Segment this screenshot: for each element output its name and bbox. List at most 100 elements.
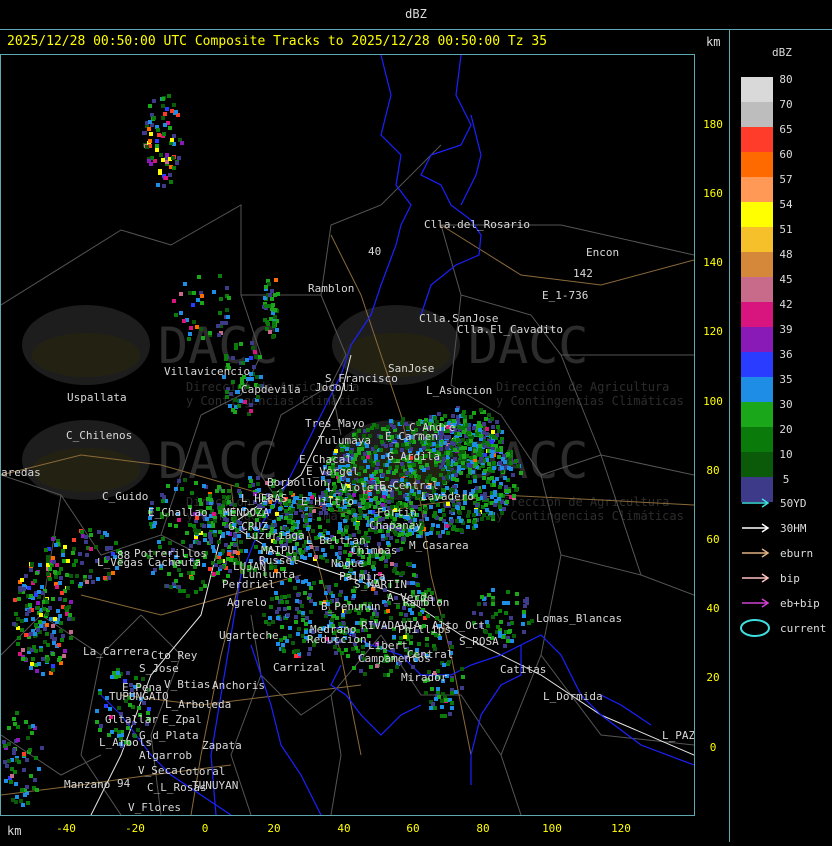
radar-echo-cell [44,548,48,552]
place-label: V_Btias [164,678,210,691]
radar-echo-cell [222,522,226,526]
radar-echo-cell [502,507,506,511]
radar-echo-cell [452,442,456,446]
radar-echo-cell [482,513,486,517]
radar-echo-cell [404,613,408,617]
radar-echo-cell [177,479,181,483]
radar-echo-cell [523,599,527,603]
radar-echo-cell [161,97,165,101]
place-label: Clla.El_Cavadito [457,323,563,336]
legend-value: 10 [779,448,792,461]
radar-echo-cell [482,485,486,489]
place-label: Mirador [401,671,448,684]
y-tick-label: 0 [710,741,717,754]
radar-echo-cell [323,553,327,557]
radar-echo-cell [380,440,384,444]
radar-echo-cell [200,294,204,298]
radar-echo-cell [203,533,207,537]
radar-echo-cell [275,610,279,614]
radar-echo-cell [519,471,523,475]
radar-echo-cell [456,438,460,442]
legend-value: 65 [779,123,792,136]
radar-echo-cell [202,563,206,567]
radar-echo-cell [457,432,461,436]
radar-echo-cell [359,669,363,673]
radar-echo-cell [51,597,55,601]
radar-echo-cell [363,452,367,456]
radar-echo-cell [180,141,184,145]
radar-echo-cell [474,509,478,513]
radar-echo-cell [96,577,100,581]
radar-echo-cell [483,602,487,606]
radar-echo-cell [13,598,17,602]
radar-echo-cell [304,622,308,626]
radar-echo-cell [270,505,274,509]
radar-echo-cell [509,616,513,620]
radar-map-panel[interactable]: DACC Dirección de Agricultura y Contingenc… [0,54,695,816]
radar-echo-cell [137,706,141,710]
place-label: Nogue [331,557,364,570]
place-label: SanJose [388,362,434,375]
radar-echo-cell [340,448,344,452]
radar-echo-cell [334,583,338,587]
radar-echo-cell [32,645,36,649]
legend-title: dBZ [772,46,792,59]
radar-echo-cell [507,466,511,470]
river-line [460,114,482,206]
place-label: V_Flores [128,801,181,814]
radar-echo-cell [477,602,481,606]
radar-echo-cell [161,158,165,162]
radar-echo-cell [455,519,459,523]
radar-echo-cell [98,691,102,695]
radar-echo-cell [369,665,373,669]
radar-echo-cell [194,590,198,594]
radar-echo-cell [460,529,464,533]
place-label: Central [407,648,453,661]
radar-echo-cell [367,561,371,565]
radar-echo-cell [21,648,25,652]
radar-echo-cell [483,469,487,473]
radar-echo-cell [37,767,41,771]
place-label: Chimbas [351,544,397,557]
legend-swatch [741,352,773,377]
radar-echo-cell [441,530,445,534]
radar-echo-cell [72,563,76,567]
radar-echo-cell [192,524,196,528]
radar-map[interactable]: DACCDirección de Agriculturay Contingenc… [0,54,695,816]
radar-echo-cell [490,454,494,458]
boundary-line [540,554,695,746]
radar-echo-cell [59,576,63,580]
radar-echo-cell [429,531,433,535]
radar-echo-cell [165,153,169,157]
radar-echo-cell [354,453,358,457]
radar-echo-cell [284,516,288,520]
radar-echo-cell [228,404,232,408]
place-label: Encon [586,246,619,259]
legend-value: 5 [783,473,790,486]
radar-echo-cell [491,515,495,519]
place-label: E_1-736 [542,289,588,302]
radar-echo-cell [503,476,507,480]
radar-echo-cell [341,513,345,517]
radar-echo-cell [36,628,40,632]
radar-echo-cell [409,474,413,478]
x-axis-unit-label: km [7,824,22,838]
radar-echo-cell [381,534,385,538]
radar-echo-cell [305,616,309,620]
radar-echo-cell [197,529,201,533]
radar-echo-cell [366,537,370,541]
radar-echo-cell [218,311,222,315]
radar-echo-cell [233,543,237,547]
radar-echo-cell [104,704,108,708]
radar-echo-cell [476,497,480,501]
radar-echo-cell [245,358,249,362]
radar-echo-cell [95,709,99,713]
radar-echo-cell [171,156,175,160]
radar-echo-cell [446,462,450,466]
y-tick-label: 60 [706,533,719,546]
place-label: Anchoris [212,679,265,692]
radar-echo-cell [163,112,167,116]
radar-echo-cell [468,447,472,451]
radar-echo-cell [20,788,24,792]
radar-echo-cell [69,574,73,578]
